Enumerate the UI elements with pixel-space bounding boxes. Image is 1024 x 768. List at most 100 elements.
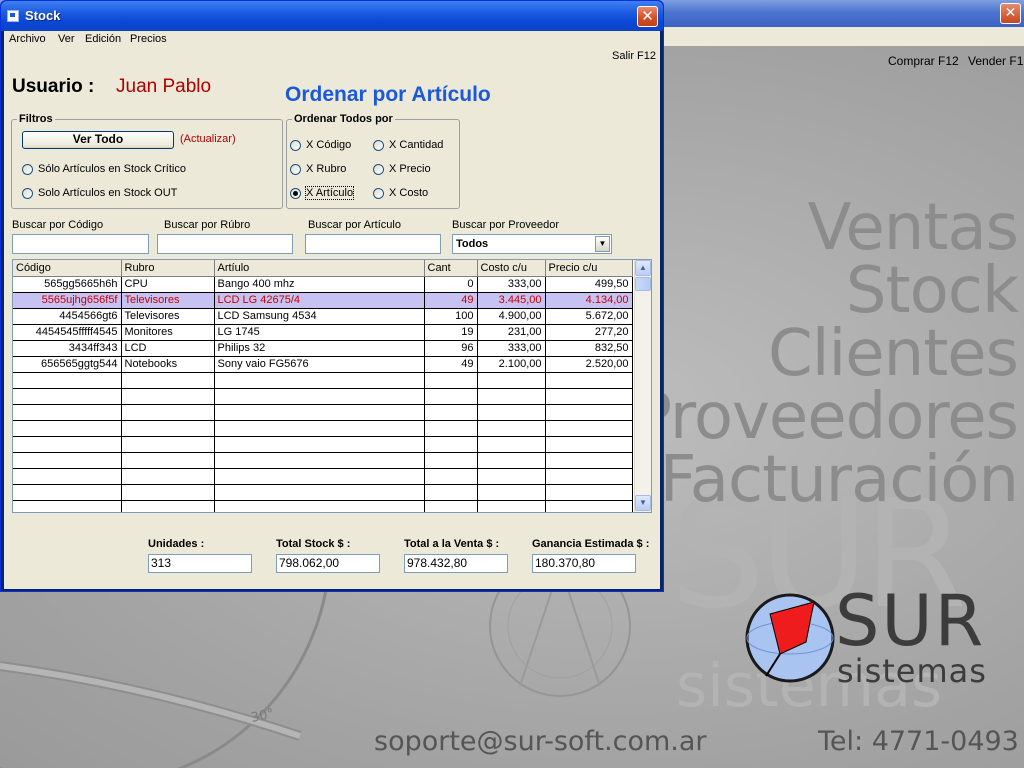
filtro-stock-out[interactable]: Solo Artículos en Stock OUT xyxy=(22,187,177,199)
table-cell[interactable]: LCD LG 42675/4 xyxy=(214,292,425,309)
table-cell[interactable]: CPU xyxy=(121,276,215,293)
table-cell[interactable] xyxy=(545,372,633,389)
table-cell[interactable] xyxy=(424,404,478,421)
table-cell[interactable] xyxy=(13,500,122,512)
table-cell[interactable] xyxy=(214,484,425,501)
ordenar-codigo[interactable]: X Código xyxy=(290,139,351,151)
table-cell[interactable]: Televisores xyxy=(121,292,215,309)
table-cell[interactable] xyxy=(477,500,546,512)
table-cell[interactable] xyxy=(13,452,122,469)
table-cell[interactable]: LCD Samsung 4534 xyxy=(214,308,425,325)
ordenar-costo[interactable]: X Costo xyxy=(373,187,428,199)
scroll-up-icon[interactable]: ▲ xyxy=(635,260,651,276)
table-cell[interactable]: 0 xyxy=(424,276,478,293)
table-row[interactable]: 565gg5665h6h CPU Bango 400 mhz 0 333,00 499,5… xyxy=(13,276,633,293)
actualizar-link[interactable]: (Actualizar) xyxy=(180,133,236,145)
table-cell[interactable] xyxy=(13,372,122,389)
window-close-button[interactable]: ✕ xyxy=(637,6,658,27)
buscar-rubro-input[interactable] xyxy=(157,234,293,254)
table-cell[interactable]: Bango 400 mhz xyxy=(214,276,425,293)
table-cell[interactable] xyxy=(214,436,425,453)
ganancia-field[interactable]: 180.370,80 xyxy=(532,554,636,573)
table-cell[interactable] xyxy=(121,484,215,501)
table-cell[interactable] xyxy=(13,484,122,501)
buscar-articulo-input[interactable] xyxy=(305,234,441,254)
menu-word-clientes[interactable]: Clientes xyxy=(768,322,1019,386)
table-cell[interactable] xyxy=(545,404,633,421)
table-cell[interactable]: 4454545fffff4545 xyxy=(13,324,122,341)
table-cell[interactable] xyxy=(545,484,633,501)
table-cell[interactable] xyxy=(214,388,425,405)
table-cell[interactable]: Monitores xyxy=(121,324,215,341)
table-cell[interactable] xyxy=(13,420,122,437)
table-cell[interactable] xyxy=(424,372,478,389)
table-row[interactable]: 5565ujhg656f5f Televisores LCD LG 42675/4 4… xyxy=(13,292,633,309)
table-cell[interactable]: 96 xyxy=(424,340,478,357)
table-cell[interactable] xyxy=(545,468,633,485)
table-cell[interactable] xyxy=(477,404,546,421)
table-cell[interactable] xyxy=(13,436,122,453)
table-cell[interactable]: Sony vaio FG5676 xyxy=(214,356,425,373)
table-cell[interactable] xyxy=(121,404,215,421)
table-cell[interactable] xyxy=(13,468,122,485)
menu-word-ventas[interactable]: Ventas xyxy=(808,196,1019,260)
empty-table-row[interactable] xyxy=(13,388,633,405)
table-cell[interactable]: 333,00 xyxy=(477,340,546,357)
empty-table-row[interactable] xyxy=(13,404,633,421)
table-cell[interactable]: Philips 32 xyxy=(214,340,425,357)
column-header[interactable]: Rubro xyxy=(121,260,215,277)
column-header[interactable]: Precio c/u xyxy=(545,260,633,277)
table-cell[interactable]: 4.134,00 xyxy=(545,292,633,309)
table-cell[interactable]: 19 xyxy=(424,324,478,341)
ordenar-rubro[interactable]: X Rubro xyxy=(290,163,346,175)
radio-icon[interactable] xyxy=(373,139,384,151)
column-header[interactable]: Artíulo xyxy=(214,260,425,277)
background-close-button[interactable]: ✕ xyxy=(1000,3,1021,24)
table-cell[interactable] xyxy=(214,404,425,421)
table-cell[interactable] xyxy=(13,388,122,405)
stock-grid[interactable]: Código Rubro Artíulo Cant Costo c/u Precio c/… xyxy=(12,259,652,513)
menu-precios[interactable]: Precios xyxy=(130,33,167,45)
table-cell[interactable]: 231,00 xyxy=(477,324,546,341)
unidades-field[interactable]: 313 xyxy=(148,554,252,573)
table-cell[interactable] xyxy=(424,452,478,469)
empty-table-row[interactable] xyxy=(13,420,633,437)
radio-icon[interactable] xyxy=(22,163,33,175)
table-cell[interactable] xyxy=(121,420,215,437)
menu-archivo[interactable]: Archivo xyxy=(9,33,46,45)
empty-table-row[interactable] xyxy=(13,500,633,512)
table-cell[interactable] xyxy=(424,388,478,405)
salir-link[interactable]: Salir F12 xyxy=(612,50,656,62)
table-cell[interactable]: 5.672,00 xyxy=(545,308,633,325)
comprar-link[interactable]: Comprar F12 xyxy=(888,54,959,68)
table-cell[interactable] xyxy=(477,484,546,501)
table-cell[interactable] xyxy=(121,468,215,485)
table-cell[interactable] xyxy=(121,500,215,512)
menu-word-facturacion[interactable]: Facturación xyxy=(660,448,1019,512)
column-header[interactable]: Código xyxy=(13,260,122,277)
radio-icon[interactable] xyxy=(290,163,301,175)
table-cell[interactable]: 565gg5665h6h xyxy=(13,276,122,293)
table-cell[interactable]: LG 1745 xyxy=(214,324,425,341)
table-cell[interactable]: 2.100,00 xyxy=(477,356,546,373)
table-cell[interactable]: 4.900,00 xyxy=(477,308,546,325)
total-venta-field[interactable]: 978.432,80 xyxy=(404,554,508,573)
chevron-down-icon[interactable]: ▼ xyxy=(595,236,610,252)
table-cell[interactable] xyxy=(545,436,633,453)
table-cell[interactable]: 656565ggtg544 xyxy=(13,356,122,373)
scroll-down-icon[interactable]: ▼ xyxy=(635,495,651,511)
table-cell[interactable]: 832,50 xyxy=(545,340,633,357)
table-cell[interactable]: Notebooks xyxy=(121,356,215,373)
column-header[interactable]: Costo c/u xyxy=(477,260,546,277)
filtro-stock-critico[interactable]: Sólo Artículos en Stock Crítico xyxy=(22,163,186,175)
ordenar-precio[interactable]: X Precio xyxy=(373,163,431,175)
empty-table-row[interactable] xyxy=(13,436,633,453)
table-cell[interactable]: 3434ff343 xyxy=(13,340,122,357)
table-cell[interactable] xyxy=(477,468,546,485)
table-cell[interactable] xyxy=(214,500,425,512)
table-cell[interactable]: 49 xyxy=(424,292,478,309)
menu-word-proveedores[interactable]: Proveedores xyxy=(633,385,1019,449)
menu-ver[interactable]: Ver xyxy=(58,33,75,45)
table-cell[interactable] xyxy=(424,420,478,437)
table-cell[interactable] xyxy=(424,468,478,485)
